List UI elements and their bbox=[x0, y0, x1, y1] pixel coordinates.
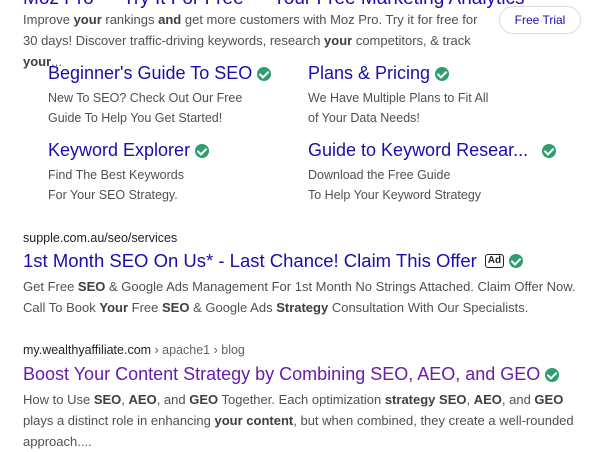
verified-check-icon bbox=[545, 367, 560, 382]
highlighted-term: SEO bbox=[77, 279, 106, 294]
sitelink-beginners-guide[interactable]: Beginner's Guide To SEO New To SEO? Chec… bbox=[48, 63, 272, 128]
url-breadcrumb: › apache1 › blog bbox=[151, 343, 245, 357]
highlighted-term: AEO bbox=[473, 392, 502, 407]
sitelink-title[interactable]: Guide to Keyword Resear... bbox=[308, 140, 528, 161]
result-title-text[interactable]: 1st Month SEO On Us* - Last Chance! Clai… bbox=[23, 250, 477, 272]
result-title-text[interactable]: Boost Your Content Strategy by Combining… bbox=[23, 364, 540, 385]
highlighted-term: SEO bbox=[93, 392, 122, 407]
highlighted-term: your bbox=[73, 12, 102, 27]
description-text: Consultation With Our Specialists. bbox=[328, 300, 529, 315]
highlighted-term: strategy SEO bbox=[384, 392, 467, 407]
sitelink-plans-pricing[interactable]: Plans & Pricing We Have Multiple Plans t… bbox=[308, 63, 488, 128]
sitelink-title[interactable]: Keyword Explorer bbox=[48, 140, 190, 161]
description-text: , and bbox=[501, 392, 535, 407]
result-url-supple[interactable]: supple.com.au/seo/services bbox=[23, 231, 177, 245]
sitelink-desc-line: of Your Data Needs! bbox=[308, 111, 420, 125]
description-text: , bbox=[466, 392, 474, 407]
verified-check-icon bbox=[257, 66, 272, 81]
sitelink-keyword-explorer[interactable]: Keyword Explorer Find The Best Keywords … bbox=[48, 140, 210, 205]
free-trial-button[interactable]: Free Trial bbox=[499, 6, 581, 34]
sitelink-desc-line: Find The Best Keywords bbox=[48, 168, 184, 182]
result-url-wealthy[interactable]: my.wealthyaffiliate.com › apache1 › blog bbox=[23, 343, 245, 357]
sitelink-desc-line: Download the Free Guide bbox=[308, 168, 451, 182]
sitelink-desc-line: To Help Your Keyword Strategy bbox=[308, 188, 482, 202]
highlighted-term: your bbox=[23, 54, 52, 69]
description-text: & Google Ads bbox=[189, 300, 277, 315]
highlighted-term: GEO bbox=[189, 392, 219, 407]
sitelink-desc-line: For Your SEO Strategy. bbox=[48, 188, 178, 202]
description-text: , bbox=[121, 392, 129, 407]
highlighted-term: your bbox=[324, 33, 353, 48]
description-text: , and bbox=[156, 392, 190, 407]
description-text: rankings bbox=[101, 12, 159, 27]
description-text: Together. Each optimization bbox=[218, 392, 385, 407]
verified-check-icon bbox=[435, 66, 450, 81]
highlighted-term: and bbox=[158, 12, 182, 27]
description-text: Free bbox=[128, 300, 162, 315]
result-description-supple: Get Free SEO & Google Ads Management For… bbox=[23, 276, 583, 318]
sitelink-title[interactable]: Beginner's Guide To SEO bbox=[48, 63, 252, 84]
result-title-wealthy[interactable]: Boost Your Content Strategy by Combining… bbox=[23, 364, 560, 385]
sitelink-desc-line: We Have Multiple Plans to Fit All bbox=[308, 91, 489, 105]
highlighted-term: SEO bbox=[161, 300, 190, 315]
result-title-supple[interactable]: 1st Month SEO On Us* - Last Chance! Clai… bbox=[23, 250, 524, 272]
highlighted-term: your content bbox=[214, 413, 294, 428]
ad-badge: Ad bbox=[484, 254, 505, 268]
sitelink-title[interactable]: Plans & Pricing bbox=[308, 63, 430, 84]
highlighted-term: GEO bbox=[534, 392, 564, 407]
highlighted-term: AEO bbox=[128, 392, 157, 407]
description-text: Get Free bbox=[23, 279, 78, 294]
sitelink-desc-line: Guide To Help You Get Started! bbox=[48, 111, 223, 125]
verified-check-icon bbox=[509, 254, 524, 268]
verified-check-icon bbox=[195, 143, 210, 158]
description-text: Improve bbox=[23, 12, 74, 27]
verified-check-icon bbox=[542, 143, 557, 158]
description-text: competitors, & track bbox=[352, 33, 471, 48]
highlighted-term: Strategy bbox=[276, 300, 329, 315]
sitelink-keyword-research-guide[interactable]: Guide to Keyword Resear... Download the … bbox=[308, 140, 557, 205]
url-domain[interactable]: my.wealthyaffiliate.com bbox=[23, 343, 151, 357]
description-text: How to Use bbox=[23, 392, 94, 407]
result-description-wealthy: How to Use SEO, AEO, and GEO Together. E… bbox=[23, 389, 583, 452]
highlighted-term: Your bbox=[99, 300, 129, 315]
description-text: plays a distinct role in enhancing bbox=[23, 413, 215, 428]
sitelink-desc-line: New To SEO? Check Out Our Free bbox=[48, 91, 243, 105]
